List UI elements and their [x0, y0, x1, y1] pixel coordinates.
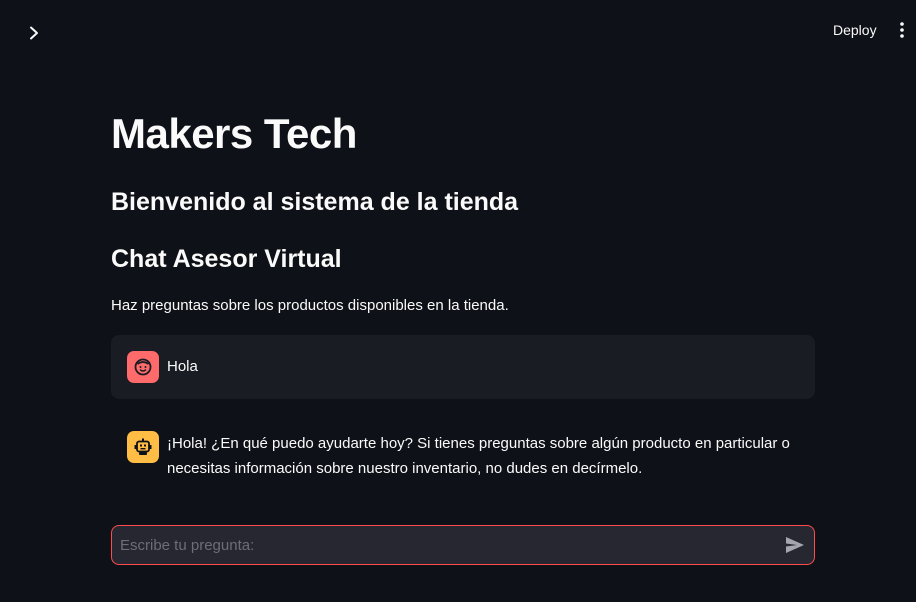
description-text: Haz preguntas sobre los productos dispon… [111, 297, 509, 314]
page-title: Makers Tech [111, 110, 357, 157]
sidebar-toggle-button[interactable] [22, 22, 46, 44]
assistant-message: ¡Hola! ¿En qué puedo ayudarte hoy? Si ti… [111, 415, 815, 495]
user-message-text: Hola [167, 358, 198, 375]
vertical-dots-icon [900, 22, 904, 38]
user-avatar [127, 351, 159, 383]
chevron-right-icon [30, 26, 38, 40]
assistant-message-text: ¡Hola! ¿En qué puedo ayudarte hoy? Si ti… [167, 435, 790, 477]
smiley-face-icon [134, 358, 152, 376]
top-bar: Deploy [0, 0, 916, 60]
user-message: Hola [111, 335, 815, 399]
send-button[interactable] [782, 534, 808, 556]
section-title: Chat Asesor Virtual [111, 245, 342, 273]
chat-input-container [111, 525, 815, 565]
send-arrow-icon [786, 537, 804, 553]
chat-input[interactable] [120, 526, 770, 564]
robot-icon [134, 438, 152, 455]
deploy-button[interactable]: Deploy [824, 18, 886, 42]
page-subtitle: Bienvenido al sistema de la tienda [111, 188, 519, 216]
main-menu-button[interactable] [892, 20, 912, 40]
assistant-avatar [127, 431, 159, 463]
